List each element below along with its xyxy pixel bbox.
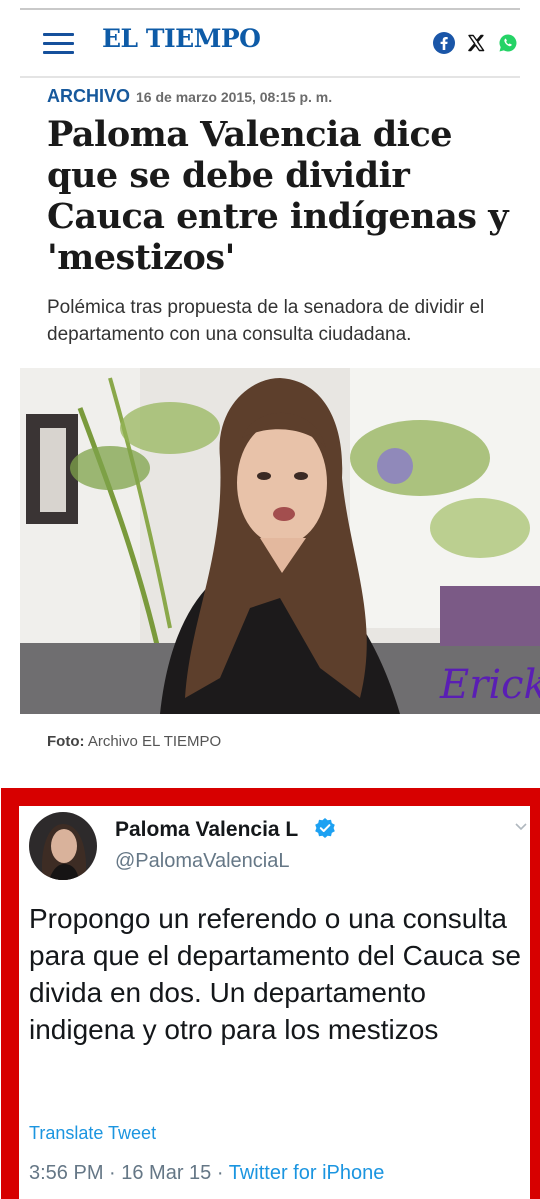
article-headline: Paloma Valencia dice que se debe dividir… xyxy=(47,114,509,278)
facebook-icon[interactable] xyxy=(433,32,455,54)
verified-badge-icon xyxy=(315,818,335,838)
whatsapp-icon[interactable] xyxy=(497,32,519,54)
embedded-tweet: Paloma Valencia L @PalomaValenciaL Propo… xyxy=(19,806,530,1199)
tweet-timestamp[interactable]: 3:56 PM · 16 Mar 15 · xyxy=(29,1162,229,1184)
tweet-metadata: 3:56 PM · 16 Mar 15 · Twitter for iPhone xyxy=(29,1162,384,1185)
header-divider xyxy=(20,76,520,78)
tweet-text: Propongo un referendo o una consulta par… xyxy=(29,903,521,1045)
publish-date: 16 de marzo 2015, 08:15 p. m. xyxy=(136,89,333,105)
avatar[interactable] xyxy=(29,812,97,880)
article-photo: Erick xyxy=(20,368,540,714)
photo-caption: Foto: Archivo EL TIEMPO xyxy=(47,733,221,750)
chevron-down-icon[interactable] xyxy=(514,822,528,832)
article-meta: ARCHIVO 16 de marzo 2015, 08:15 p. m. xyxy=(47,86,332,107)
site-logo[interactable]: EL TIEMPO xyxy=(102,24,261,53)
article-subhead: Polémica tras propuesta de la senadora d… xyxy=(47,297,485,345)
x-icon[interactable] xyxy=(465,32,487,54)
section-label[interactable]: ARCHIVO xyxy=(47,86,130,106)
hamburger-menu-icon[interactable] xyxy=(43,33,74,55)
photo-watermark: Erick xyxy=(439,662,540,708)
caption-text: Archivo EL TIEMPO xyxy=(87,733,222,750)
translate-tweet-link[interactable]: Translate Tweet xyxy=(29,1123,156,1144)
caption-label: Foto: xyxy=(47,733,85,750)
site-header: EL TIEMPO xyxy=(0,10,540,76)
tweet-author-name[interactable]: Paloma Valencia L xyxy=(115,818,298,842)
tweet-source-link[interactable]: Twitter for iPhone xyxy=(229,1162,385,1184)
tweet-author-handle[interactable]: @PalomaValenciaL xyxy=(115,850,289,873)
